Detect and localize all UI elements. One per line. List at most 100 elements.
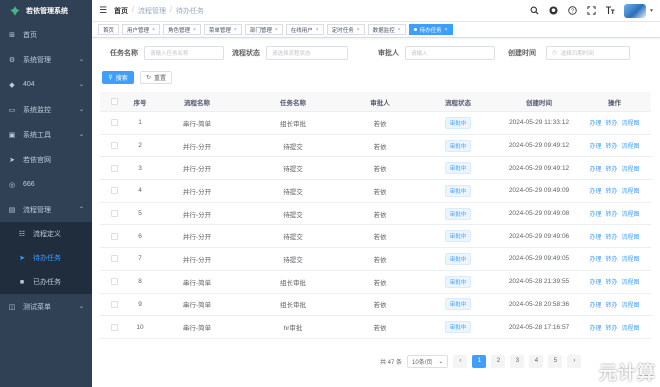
tab-0[interactable]: 首页 [98, 24, 120, 35]
tab-label: 角色管理 [167, 27, 190, 34]
next-page-button[interactable]: › [567, 354, 582, 368]
row-task-name: 待提交 [283, 256, 303, 264]
transfer-button[interactable]: 转办 [605, 300, 617, 309]
close-icon[interactable]: × [193, 27, 196, 33]
handle-button[interactable]: 办理 [589, 254, 601, 263]
sidebar-item-flow-def[interactable]: ☷ 流程定义 [0, 222, 92, 246]
transfer-button[interactable]: 转办 [605, 118, 617, 127]
prev-page-button[interactable]: ‹ [453, 354, 468, 368]
row-checkbox[interactable] [110, 187, 118, 195]
row-checkbox[interactable] [110, 210, 118, 218]
page-button-4[interactable]: 4 [529, 354, 544, 368]
sidebar-item-flow[interactable]: ▤ 流程管理 ⌃ [0, 197, 92, 222]
svg-text:?: ? [571, 8, 574, 14]
transfer-button[interactable]: 转办 [605, 277, 617, 286]
row-checkbox[interactable] [110, 300, 118, 308]
page-button-2[interactable]: 2 [491, 354, 506, 368]
handle-button[interactable]: 办理 [589, 209, 601, 218]
breadcrumb-item-flow[interactable]: 流程管理 [138, 6, 166, 16]
row-status-cell: 审批中 [416, 116, 500, 129]
sidebar-item-gear[interactable]: ⚙ 系统管理 ⌄ [0, 47, 92, 72]
row-checkbox[interactable] [110, 164, 118, 172]
flowchart-button[interactable]: 流程图 [622, 323, 640, 332]
page-button-5[interactable]: 5 [548, 354, 563, 368]
close-icon[interactable]: × [275, 27, 278, 33]
search-icon[interactable] [529, 6, 539, 17]
flowchart-button[interactable]: 流程图 [622, 232, 640, 241]
transfer-button[interactable]: 转办 [605, 254, 617, 263]
sidebar-item-toolbox[interactable]: ▣ 系统工具 ⌄ [0, 122, 92, 147]
font-size-icon[interactable] [605, 5, 615, 17]
task-name-input[interactable]: 请输入任务名称 [144, 46, 224, 60]
sidebar-item-dashboard[interactable]: ⊞ 首页 [0, 22, 92, 47]
close-icon[interactable]: × [398, 27, 401, 33]
sidebar-item-done[interactable]: ■ 已办任务 [0, 270, 92, 294]
flowchart-button[interactable]: 流程图 [622, 300, 640, 309]
transfer-button[interactable]: 转办 [605, 186, 617, 195]
handle-button[interactable]: 办理 [589, 164, 601, 173]
question-icon[interactable]: ? [567, 5, 577, 17]
sidebar-item-monitor[interactable]: ▭ 系统监控 ⌄ [0, 97, 92, 122]
handle-button[interactable]: 办理 [589, 277, 601, 286]
handle-button[interactable]: 办理 [589, 186, 601, 195]
sidebar-item-todo[interactable]: ➤ 待办任务 [0, 246, 92, 270]
flowchart-button[interactable]: 流程图 [622, 186, 640, 195]
row-checkbox[interactable] [110, 278, 118, 286]
close-icon[interactable]: × [152, 27, 155, 33]
transfer-button[interactable]: 转办 [605, 323, 617, 332]
tab-3[interactable]: 菜单管理 × [203, 24, 242, 35]
created-time-picker[interactable]: ◷ 选择日期时间 [546, 46, 630, 60]
tab-7[interactable]: 数据监控 × [367, 24, 406, 35]
sidebar-item-send[interactable]: ➤ 若依官网 [0, 147, 92, 172]
handle-button[interactable]: 办理 [589, 232, 601, 241]
search-button[interactable]: ⚲ 搜索 [102, 71, 134, 84]
fullscreen-icon[interactable] [586, 5, 596, 17]
flowchart-button[interactable]: 流程图 [622, 118, 640, 127]
page-button-3[interactable]: 3 [510, 354, 525, 368]
hamburger-icon[interactable]: ☰ [92, 5, 114, 16]
row-checkbox[interactable] [110, 232, 118, 240]
tab-6[interactable]: 定时任务 × [326, 24, 365, 35]
sidebar-item-circle[interactable]: ◎ 666 [0, 172, 92, 197]
tab-1[interactable]: 用户管理 × [122, 24, 160, 35]
transfer-button[interactable]: 转办 [605, 164, 617, 173]
handle-button[interactable]: 办理 [589, 300, 601, 309]
sidebar-item-test[interactable]: ◫ 测试菜单 ⌄ [0, 294, 92, 319]
transfer-button[interactable]: 转办 [605, 141, 617, 150]
avatar[interactable] [624, 4, 647, 18]
approver-input[interactable]: 请输入 [405, 46, 495, 60]
sidebar-item-bug[interactable]: ◆ 404 ⌄ [0, 72, 92, 97]
handle-button[interactable]: 办理 [589, 141, 601, 150]
tab-2[interactable]: 角色管理 × [162, 24, 201, 35]
page-button-1[interactable]: 1 [472, 354, 487, 368]
row-checkbox[interactable] [110, 255, 118, 263]
page-size-select[interactable]: 10条/页 ⌄ [407, 354, 449, 368]
flowchart-button[interactable]: 流程图 [622, 141, 640, 150]
transfer-button[interactable]: 转办 [605, 209, 617, 218]
flowchart-button[interactable]: 流程图 [622, 254, 640, 263]
github-icon[interactable] [548, 5, 558, 17]
select-all-checkbox[interactable] [110, 98, 118, 105]
brand[interactable]: 若依管理系统 [0, 0, 92, 22]
tab-8[interactable]: 待办任务 × [408, 24, 453, 35]
flow-status-select[interactable]: 请选择流程状态 [266, 46, 348, 60]
reset-button[interactable]: ↻ 重置 [140, 71, 172, 84]
transfer-button[interactable]: 转办 [605, 232, 617, 241]
flowchart-button[interactable]: 流程图 [622, 277, 640, 286]
flowchart-button[interactable]: 流程图 [622, 164, 640, 173]
close-icon[interactable]: × [234, 27, 237, 33]
caret-down-icon[interactable]: ▼ [649, 8, 654, 14]
handle-button[interactable]: 办理 [589, 323, 601, 332]
flowchart-button[interactable]: 流程图 [622, 209, 640, 218]
handle-button[interactable]: 办理 [589, 118, 601, 127]
sidebar-item-label: 404 [23, 81, 35, 88]
row-checkbox[interactable] [110, 119, 118, 127]
close-icon[interactable]: × [445, 27, 448, 33]
row-checkbox[interactable] [110, 142, 118, 150]
close-icon[interactable]: × [316, 27, 319, 33]
row-checkbox[interactable] [110, 323, 118, 331]
close-icon[interactable]: × [357, 27, 360, 33]
breadcrumb-item-home[interactable]: 首页 [114, 6, 128, 16]
tab-5[interactable]: 在线用户 × [285, 24, 324, 35]
tab-4[interactable]: 部门管理 × [244, 24, 283, 35]
